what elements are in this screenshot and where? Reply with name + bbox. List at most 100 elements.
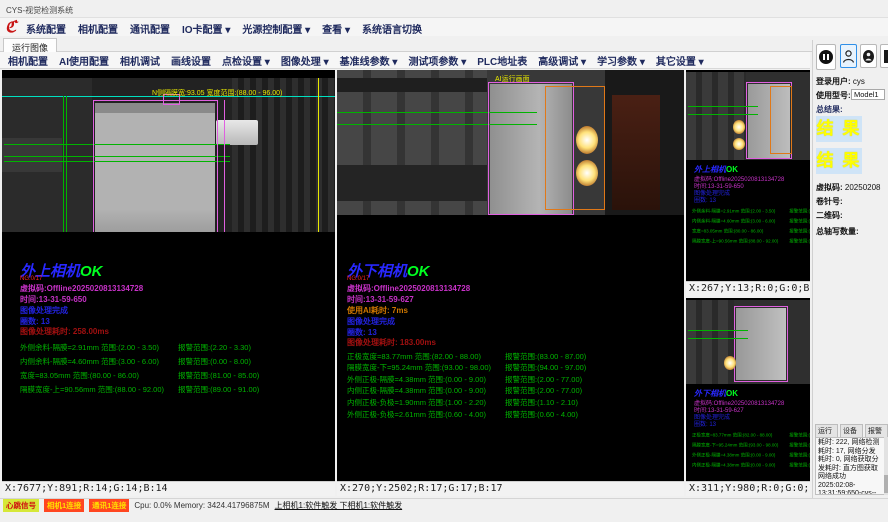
- camera-panel-middle[interactable]: AI运行画面 外下相机OK NG:0/17 虚拟码:Offline2025020…: [337, 70, 684, 496]
- pause-button[interactable]: [816, 44, 836, 70]
- menu-camera-config[interactable]: 相机配置: [78, 21, 118, 36]
- camera-middle-done: 图像处理完成: [347, 316, 395, 327]
- camera-panel-left[interactable]: N侧隔膜宽:93.05 宽度范围:(88.00 - 96.00) 外上相机OK …: [2, 70, 335, 496]
- measurement-row: 隔膜宽度-上=90.56mm 范围:(88.00 - 92.00)报警范围:(8…: [20, 384, 335, 395]
- tool-other-settings[interactable]: 其它设置 ▾: [656, 53, 704, 68]
- measurement-row: 内侧正极-隔膜=4.38mm 范围:(0.00 - 9.00)报警范围:(2.0…: [692, 462, 775, 468]
- result-badge-1: 结 果: [816, 116, 862, 142]
- measurement-row: 隔膜宽度-下=95.24mm 范围:(93.00 - 98.00)报警范围:(9…: [347, 362, 684, 373]
- camera-middle-ng: NG:0/17: [347, 276, 369, 282]
- thumb-bottom-image: [686, 300, 810, 384]
- tool-learning-params[interactable]: 学习参数 ▾: [597, 53, 645, 68]
- menu-light-config[interactable]: 光源控制配置 ▾: [242, 21, 310, 36]
- camera-left-annotation: N侧隔膜宽:93.05 宽度范围:(88.00 - 96.00): [152, 88, 282, 98]
- measurement-row: 宽度=83.05mm 范围:(80.00 - 86.00)报警范围:(81.00…: [20, 370, 335, 381]
- model-select[interactable]: Model1: [851, 89, 885, 100]
- status-bar: 心跳信号 相机1连接 通讯1连接 Cpu: 0.0% Memory: 3424.…: [0, 498, 888, 512]
- camera-left-elapsed: 图像处理耗时: 258.00ms: [20, 326, 109, 337]
- camera-middle-time: 时间:13-31-59-627: [347, 294, 414, 305]
- camera-left-ng: NG:0/17: [20, 276, 42, 282]
- measurement-row: 正极宽度=83.77mm 范围:(82.00 - 88.00)报警范围:(83.…: [347, 351, 684, 362]
- tab-run-image[interactable]: 运行图像: [3, 38, 57, 52]
- person-circle-icon: [842, 49, 855, 64]
- tool-baseline-params[interactable]: 基准线参数 ▾: [340, 53, 398, 68]
- write-count-label: 总轴写数量:: [816, 226, 859, 237]
- thumb-bottom-status: X:311;Y:980;R:0;G:0;B:0: [686, 481, 810, 496]
- menu-comm-config[interactable]: 通讯配置: [130, 21, 170, 36]
- camera-trigger-links[interactable]: 上相机1:软件触发 下相机1:软件触发: [275, 500, 403, 511]
- log-scrollbar[interactable]: [884, 437, 888, 495]
- title-bar: CYS-视觉检测系统: [0, 0, 888, 18]
- heartbeat-badge: 心跳信号: [3, 499, 39, 512]
- camera-left-code: 虚拟码:Offline2025020813134728: [20, 283, 143, 294]
- door-exit-icon: [883, 49, 888, 64]
- login-user-row: 登录用户: cys: [816, 76, 865, 87]
- menu-io-config[interactable]: IO卡配置 ▾: [182, 21, 230, 36]
- menu-view[interactable]: 查看 ▾: [322, 21, 350, 36]
- camera-left-image: N侧隔膜宽:93.05 宽度范围:(88.00 - 96.00): [2, 78, 335, 232]
- measurement-row: 内侧余料-隔膜=4.60mm 范围:(3.00 - 6.00)报警范围:(0.0…: [20, 356, 335, 367]
- camera-middle-image: AI运行画面: [337, 70, 684, 215]
- tool-test-params[interactable]: 测试项参数 ▾: [408, 53, 466, 68]
- total-result-label: 总结果:: [816, 104, 843, 115]
- measurement-row: 内侧正极-负极=1.90mm 范围:(1.00 - 2.20)报警范围:(1.1…: [347, 397, 684, 408]
- thumb-top-turns: 圈数: 13: [694, 195, 716, 204]
- measurement-row: 外侧正极-隔膜=4.38mm 范围:(0.00 - 9.00)报警范围:(2.0…: [347, 374, 684, 385]
- measurement-row: 外侧正极-负极=2.61mm 范围:(0.60 - 4.00)报警范围:(0.6…: [347, 409, 684, 420]
- cell-tab-connector: [216, 120, 258, 145]
- exit-button[interactable]: [880, 44, 888, 68]
- user-button[interactable]: [840, 44, 857, 68]
- measurement-row: 外侧正极-隔膜=4.38mm 范围:(0.00 - 9.00)报警范围:(2.0…: [692, 452, 775, 458]
- tool-camera-config[interactable]: 相机配置: [8, 53, 48, 68]
- tool-image-processing[interactable]: 图像处理 ▾: [281, 53, 329, 68]
- measurement-row: 内侧余料-隔膜=4.60mm 范围:(3.00 - 6.00)报警范围:(0.0…: [692, 218, 775, 224]
- camera-middle-annotation: AI运行画面: [495, 74, 530, 84]
- thumb-top-image: [686, 72, 810, 160]
- tool-advanced-debug[interactable]: 高级调试 ▾: [538, 53, 586, 68]
- camera-panel-thumb-top[interactable]: 外上相机OK 虚拟码:Offline2025020813134728 时间:13…: [686, 70, 810, 296]
- app-window: CYS-视觉检测系统 ℭ 系统配置 相机配置 通讯配置 IO卡配置 ▾ 光源控制…: [0, 0, 888, 522]
- result-badge-2: 结 果: [816, 148, 862, 174]
- camera-left-time: 时间:13-31-59-650: [20, 294, 87, 305]
- tab-strip: 运行图像: [0, 36, 888, 52]
- measurement-row: 外侧余料-隔膜=2.91mm 范围:(2.00 - 3.50)报警范围:(2.2…: [20, 342, 335, 353]
- qr-code-label: 二维码:: [816, 210, 843, 221]
- camera-middle-elapsed: 图像处理耗时: 183.00ms: [347, 337, 436, 348]
- camera-left-done: 图像处理完成: [20, 305, 68, 316]
- toolbar: 相机配置 AI使用配置 相机调试 画线设置 点检设置 ▾ 图像处理 ▾ 基准线参…: [0, 52, 810, 69]
- camera-panel-thumb-bottom[interactable]: 外下相机OK 虚拟码:Offline2025020813134728 时间:13…: [686, 298, 810, 496]
- window-title: CYS-视觉检测系统: [6, 5, 73, 16]
- operator-button[interactable]: [860, 44, 877, 68]
- menu-bar: ℭ 系统配置 相机配置 通讯配置 IO卡配置 ▾ 光源控制配置 ▾ 查看 ▾ 系…: [0, 18, 888, 36]
- virtual-code-row: 虚拟码: 20250208: [816, 182, 881, 193]
- tool-plc-address[interactable]: PLC地址表: [477, 53, 527, 68]
- tool-ai-config[interactable]: AI使用配置: [59, 53, 109, 68]
- right-sidebar: 登录用户: cys 使用型号: Model1 总结果: 结 果 结 果 虚拟码:…: [812, 40, 888, 498]
- menu-system-config[interactable]: 系统配置: [26, 21, 66, 36]
- camera-link-badge: 相机1连接: [44, 499, 84, 512]
- measurement-row: 宽度=83.05mm 范围:(80.00 - 86.00)报警范围:(81.00…: [692, 228, 763, 234]
- measurement-row: 正极宽度=83.77mm 范围:(82.00 - 88.00)报警范围:(83.…: [692, 432, 772, 438]
- cell-outline-overlay: [93, 100, 218, 232]
- measurement-row: 外侧余料-隔膜=2.91mm 范围:(2.00 - 3.50)报警范围:(2.2…: [692, 208, 775, 214]
- pin-number-label: 卷针号:: [816, 196, 843, 207]
- cpu-memory-text: Cpu: 0.0% Memory: 3424.41796875M: [134, 501, 269, 510]
- measurement-row: 隔膜宽度-下=95.24mm 范围:(93.00 - 98.00)报警范围:(9…: [692, 442, 778, 448]
- measurement-row: 内侧正极-隔膜=4.38mm 范围:(0.00 - 9.00)报警范围:(2.0…: [347, 385, 684, 396]
- comm-link-badge: 通讯1连接: [89, 499, 129, 512]
- tool-spotcheck-settings[interactable]: 点检设置 ▾: [222, 53, 270, 68]
- tool-drawline-settings[interactable]: 画线设置: [171, 53, 211, 68]
- app-logo-icon: ℭ: [5, 17, 16, 36]
- camera-middle-ai-time: 使用AI耗时: 7ms: [347, 305, 408, 316]
- camera-middle-status: X:270;Y:2502;R:17;G:17;B:17: [337, 481, 684, 496]
- thumb-bottom-turns: 圈数: 13: [694, 419, 716, 428]
- menu-language-switch[interactable]: 系统语言切换: [362, 21, 422, 36]
- model-label: 使用型号:: [816, 90, 851, 101]
- person-filled-icon: [862, 49, 875, 64]
- log-textarea[interactable]: 耗时: 222, 网络检测耗时: 17, 网络分发耗时: 0, 网络获取分发耗时…: [815, 437, 885, 495]
- pause-icon: [819, 50, 833, 64]
- camera-left-status: X:7677;Y:891;R:14;G:14;B:14: [2, 481, 335, 496]
- camera-middle-code: 虚拟码:Offline2025020813134728: [347, 283, 470, 294]
- tool-camera-debug[interactable]: 相机调试: [120, 53, 160, 68]
- measurement-row: 隔膜宽度-上=90.56mm 范围:(88.00 - 92.00)报警范围:(8…: [692, 238, 778, 244]
